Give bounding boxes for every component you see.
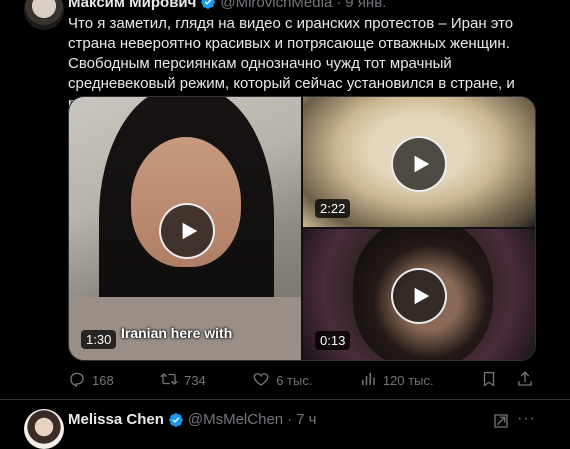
- author-name[interactable]: Максим Мирович: [68, 0, 196, 11]
- grok-icon[interactable]: [492, 412, 510, 430]
- views-chart-icon: [359, 370, 377, 391]
- header-separator: ·: [336, 0, 342, 11]
- tweet[interactable]: Максим Мирович @MirovichMedia · 9 янв. Ч…: [0, 0, 570, 400]
- like-count: 6 тыс.: [276, 372, 313, 388]
- repost-icon: [159, 370, 179, 391]
- video-duration: 0:13: [315, 331, 351, 350]
- reply-icon: [68, 370, 86, 391]
- repost-count: 734: [184, 372, 206, 388]
- header-separator: ·: [287, 411, 293, 428]
- video-thumbnail-3[interactable]: 0:13: [303, 229, 535, 360]
- media-grid: Iranian here with 1:30 2:22 0:13: [68, 96, 536, 361]
- tweet-header: Melissa Chen @MsMelChen · 7 ч: [68, 411, 316, 428]
- views-button[interactable]: 120 тыс.: [359, 370, 434, 391]
- bookmark-icon[interactable]: [480, 370, 498, 391]
- like-button[interactable]: 6 тыс.: [252, 370, 312, 391]
- video-thumbnail-1[interactable]: Iranian here with 1:30: [69, 97, 301, 360]
- repost-button[interactable]: 734: [159, 370, 206, 391]
- author-avatar[interactable]: [24, 409, 64, 449]
- video-duration: 1:30: [81, 330, 117, 349]
- tweet-actions: 168 734 6 тыс. 120 тыс.: [68, 370, 534, 390]
- tweet-date[interactable]: 9 янв.: [345, 0, 386, 11]
- heart-icon: [252, 370, 270, 391]
- reply-button[interactable]: 168: [68, 370, 114, 391]
- author-handle[interactable]: @MirovichMedia: [220, 0, 332, 11]
- play-icon[interactable]: [391, 268, 447, 324]
- share-icon[interactable]: [516, 370, 534, 391]
- tweet-header: Максим Мирович @MirovichMedia · 9 янв.: [68, 0, 386, 12]
- verified-badge-icon: [200, 0, 216, 10]
- play-icon[interactable]: [159, 203, 215, 259]
- video-thumbnail-2[interactable]: 2:22: [303, 97, 535, 227]
- play-icon[interactable]: [391, 136, 447, 192]
- author-name[interactable]: Melissa Chen: [68, 411, 164, 428]
- views-count: 120 тыс.: [382, 372, 434, 388]
- author-handle[interactable]: @MsMelChen: [188, 411, 283, 428]
- reply-count: 168: [92, 372, 114, 388]
- secondary-actions: [480, 370, 534, 391]
- author-avatar[interactable]: [24, 0, 64, 30]
- video-duration: 2:22: [315, 199, 351, 218]
- verified-badge-icon: [168, 412, 184, 428]
- more-options-icon[interactable]: ···: [517, 410, 536, 428]
- video-caption: Iranian here with: [121, 325, 233, 341]
- tweet-date[interactable]: 7 ч: [296, 411, 316, 428]
- next-tweet[interactable]: Melissa Chen @MsMelChen · 7 ч ···: [0, 400, 570, 449]
